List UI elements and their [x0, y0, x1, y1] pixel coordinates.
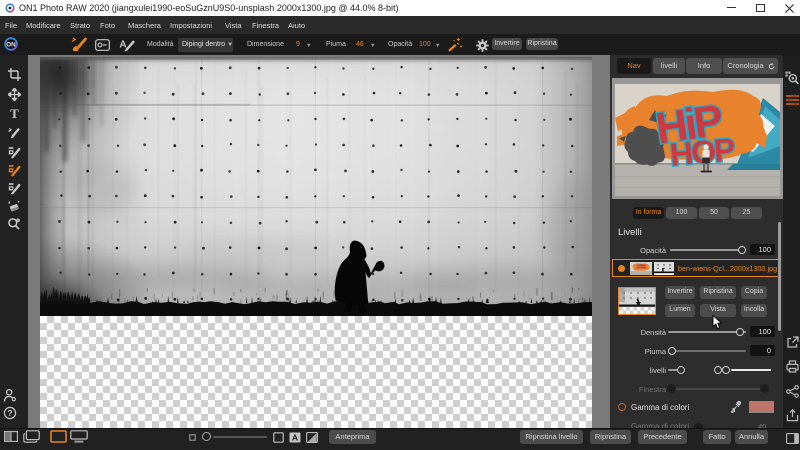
svg-text:HOP: HOP — [669, 131, 737, 173]
svg-text:?: ? — [7, 408, 12, 418]
svg-text:A: A — [292, 433, 298, 443]
svg-text:ON: ON — [6, 42, 16, 49]
svg-text:A: A — [119, 40, 126, 51]
